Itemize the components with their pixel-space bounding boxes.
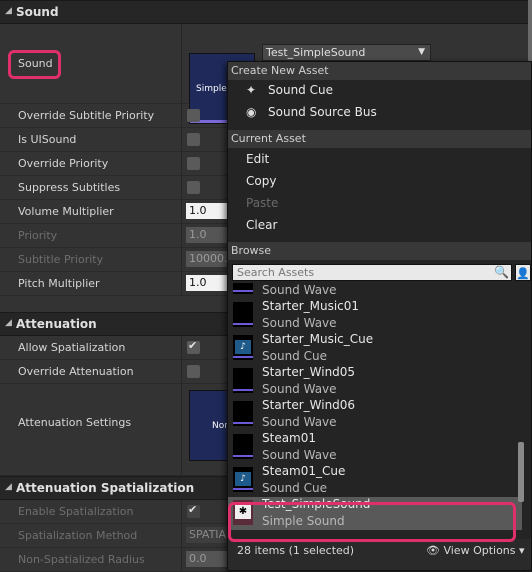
row-label: Override Subtitle Priority — [18, 109, 155, 122]
menu-item-clear[interactable]: Clear — [246, 218, 277, 232]
picker-footer: 28 items (1 selected) 👁 View Options ▾ — [228, 539, 531, 570]
category-title: Attenuation Spatialization — [16, 481, 195, 495]
menu-item-label: Sound Cue — [268, 83, 333, 97]
asset-picker-menu: Create New Asset ✦ Sound Cue ◉ Sound Sourc… — [227, 61, 532, 571]
enable-spatialization-checkbox — [187, 503, 200, 518]
category-title: Attenuation — [16, 317, 97, 331]
row-label: Spatialization Method — [18, 529, 138, 542]
asset-list-item[interactable]: ♪ Steam01_Cue Sound Cue — [228, 464, 522, 497]
sound-cue-icon: ♪ — [233, 467, 253, 492]
asset-name: Starter_Music01 — [262, 299, 360, 313]
row-label: Suppress Subtitles — [18, 181, 121, 194]
browse-header: Browse — [228, 242, 531, 260]
row-label: Override Priority — [18, 157, 109, 170]
source-bus-icon: ◉ — [246, 105, 257, 119]
item-count: 28 items (1 selected) — [237, 544, 355, 557]
row-label: Enable Spatialization — [18, 505, 134, 518]
menu-item-copy[interactable]: Copy — [246, 174, 276, 188]
property-checkbox[interactable] — [187, 109, 200, 122]
search-assets-input[interactable]: Search Assets — [232, 264, 512, 281]
sound-wave-icon — [233, 401, 253, 426]
row-label: Allow Spatialization — [18, 341, 126, 354]
asset-name: Steam01_Cue — [262, 464, 346, 478]
row-label: Volume Multiplier — [18, 205, 114, 218]
sound-cue-icon: ♪ — [233, 335, 253, 360]
search-icon[interactable]: 🔍 — [493, 265, 510, 280]
collapse-arrow-icon[interactable]: ◢ — [5, 482, 12, 492]
property-checkbox[interactable] — [187, 181, 200, 194]
property-checkbox[interactable] — [187, 133, 200, 146]
view-options-button[interactable]: 👁 View Options ▾ — [426, 544, 525, 557]
menu-item-paste: Paste — [246, 196, 279, 210]
asset-list-item[interactable]: ♪ Starter_Music_Cue Sound Cue — [228, 332, 522, 365]
collapse-arrow-icon[interactable]: ◢ — [5, 6, 12, 16]
row-label: Pitch Multiplier — [18, 277, 100, 290]
combo-value: Test_SimpleSound — [266, 46, 366, 59]
asset-list-item[interactable]: Starter_Wind06 Sound Wave — [228, 398, 522, 431]
row-label: Priority — [18, 229, 58, 242]
asset-list-item[interactable]: Starter_Birds01Sound Wave — [228, 283, 522, 299]
menu-item-sound-source-bus[interactable]: ◉ Sound Source Bus — [246, 105, 377, 119]
asset-list-item[interactable]: Starter_Wind05 Sound Wave — [228, 365, 522, 398]
menu-item-edit[interactable]: Edit — [246, 152, 269, 166]
allow-spatialization-checkbox[interactable] — [187, 339, 200, 354]
user-icon[interactable]: 👤 — [515, 264, 531, 281]
row-label: Non-Spatialized Radius — [18, 553, 145, 566]
menu-item-sound-cue[interactable]: ✦ Sound Cue — [246, 83, 333, 97]
menu-item-label: Sound Source Bus — [268, 105, 377, 119]
category-title: Sound — [16, 5, 59, 19]
row-label: Override Attenuation — [18, 365, 134, 378]
highlight-sound-label — [8, 50, 61, 79]
row-label: Attenuation Settings — [18, 416, 132, 429]
asset-type: Sound Wave — [262, 382, 337, 396]
asset-name: Steam01 — [262, 431, 317, 445]
asset-type: Sound Wave — [262, 316, 337, 330]
property-number-field: 10000.0 — [186, 251, 235, 267]
highlight-selected-asset — [228, 502, 516, 542]
sound-asset-combo[interactable]: Test_SimpleSound ▼ — [262, 44, 431, 61]
asset-type: Sound Cue — [262, 349, 327, 363]
asset-name: Starter_Wind05 — [262, 365, 356, 379]
sound-wave-icon — [233, 283, 253, 294]
property-number-field[interactable]: 1.0 — [186, 203, 232, 219]
property-number-field: 1.0 — [186, 227, 232, 243]
asset-name: Starter_Music_Cue — [262, 332, 374, 346]
sound-cue-icon: ✦ — [246, 83, 257, 97]
chevron-down-icon: ▼ — [418, 47, 425, 57]
asset-type: Sound Cue — [262, 481, 327, 495]
asset-type: Sound Wave — [262, 415, 337, 429]
view-options-label: View Options — [443, 544, 516, 557]
property-checkbox[interactable] — [187, 157, 200, 170]
sound-wave-icon — [233, 368, 253, 393]
override-attenuation-checkbox[interactable] — [187, 365, 200, 378]
row-label: Is UISound — [18, 133, 77, 146]
asset-list: Starter_Birds01Sound WaveStarter_Music01… — [228, 283, 522, 538]
asset-list-item[interactable]: Starter_Music01 Sound Wave — [228, 299, 522, 332]
asset-type: Sound Wave — [262, 448, 337, 462]
current-asset-header: Current Asset — [228, 130, 531, 148]
asset-list-scrollbar[interactable] — [518, 442, 524, 502]
create-new-asset-header: Create New Asset — [228, 62, 531, 80]
radius-field: 0.0 — [186, 551, 232, 567]
sound-wave-icon — [233, 302, 253, 327]
asset-name: Starter_Wind06 — [262, 398, 356, 412]
collapse-arrow-icon[interactable]: ◢ — [5, 318, 12, 328]
sound-category-header[interactable]: ◢ Sound — [0, 0, 532, 24]
asset-list-item[interactable]: Steam01 Sound Wave — [228, 431, 522, 464]
row-label: Subtitle Priority — [18, 253, 104, 266]
asset-type: Sound Wave — [262, 283, 337, 297]
sound-wave-icon — [233, 434, 253, 459]
property-number-field[interactable]: 1.0 — [186, 275, 232, 291]
